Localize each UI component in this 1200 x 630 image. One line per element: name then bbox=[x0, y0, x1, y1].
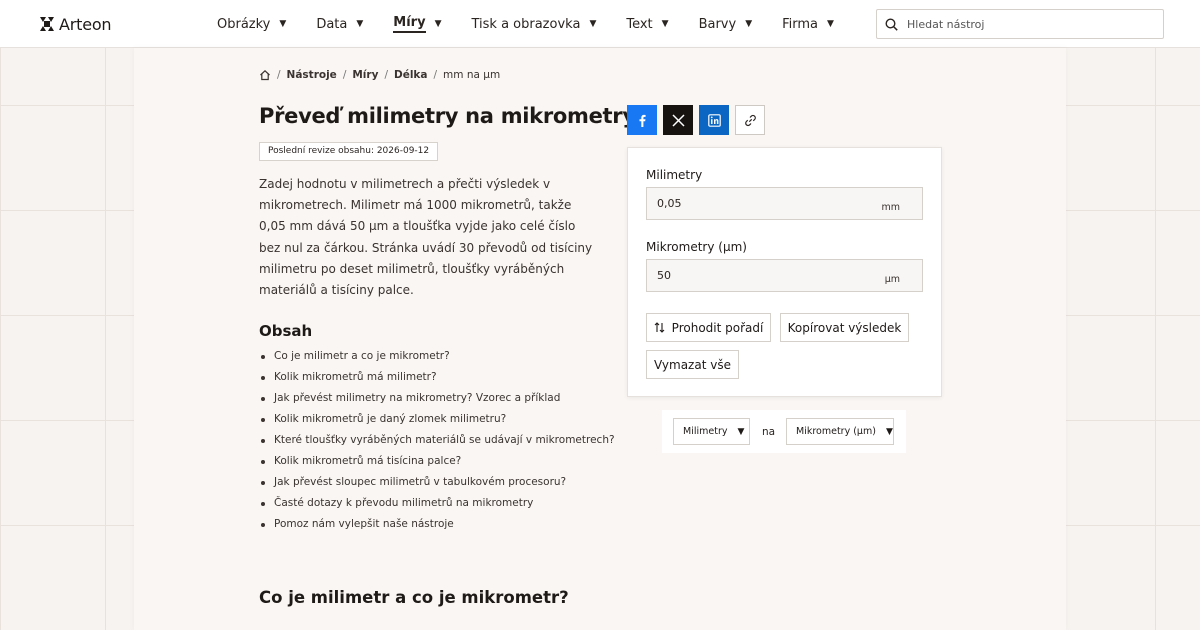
clear-all-label: Vymazat vše bbox=[654, 357, 731, 372]
micrometers-field[interactable]: µm bbox=[646, 259, 923, 292]
breadcrumb-separator: / bbox=[384, 69, 388, 81]
unit-joiner: na bbox=[762, 426, 776, 438]
revision-badge: Poslední revize obsahu: 2026-09-12 bbox=[259, 142, 439, 161]
breadcrumb: / Nástroje / Míry / Délka / mm na µm bbox=[259, 69, 500, 81]
nav-item-data[interactable]: Data ▼ bbox=[316, 0, 363, 48]
toc-item[interactable]: Kolik mikrometrů má milimetr? bbox=[259, 367, 615, 388]
toc-item[interactable]: Jak převést sloupec milimetrů v tabulkov… bbox=[259, 472, 615, 493]
linkedin-icon bbox=[707, 113, 721, 127]
toc-item[interactable]: Pomoz nám vylepšit naše nástroje bbox=[259, 514, 615, 535]
x-icon bbox=[671, 113, 685, 127]
caret-down-icon: ▼ bbox=[279, 19, 287, 29]
unit-selector-bar: Milimetry ▼ na Mikrometry (µm) ▼ bbox=[662, 410, 906, 453]
nav-item-text[interactable]: Text ▼ bbox=[626, 0, 668, 48]
nav-label: Text bbox=[626, 16, 653, 32]
search-input[interactable] bbox=[907, 17, 1147, 31]
nav-label: Tisk a obrazovka bbox=[471, 16, 581, 32]
millimeters-label: Milimetry bbox=[646, 168, 703, 182]
facebook-icon bbox=[639, 114, 646, 127]
page-title: Převeď milimetry na mikrometry bbox=[259, 104, 636, 128]
toc-item[interactable]: Kolik mikrometrů je daný zlomek milimetr… bbox=[259, 409, 615, 430]
intro-paragraph: Zadej hodnotu v milimetrech a přečti výs… bbox=[259, 177, 593, 298]
toc-item[interactable]: Kolik mikrometrů má tisícina palce? bbox=[259, 451, 615, 472]
swap-order-label: Prohodit pořadí bbox=[671, 320, 764, 335]
toc-item[interactable]: Co je milimetr a co je mikrometr? bbox=[259, 346, 615, 367]
caret-down-icon: ▼ bbox=[356, 19, 364, 29]
from-unit-value: Milimetry bbox=[683, 426, 728, 437]
nav-label: Obrázky bbox=[217, 16, 271, 32]
copy-result-label: Kopírovat výsledek bbox=[787, 320, 902, 335]
toc-title: Obsah bbox=[259, 322, 313, 340]
nav-label: Firma bbox=[782, 16, 819, 32]
converter-card: Milimetry mm Mikrometry (µm) µm Prohodit… bbox=[627, 147, 942, 397]
copy-result-button[interactable]: Kopírovat výsledek bbox=[780, 313, 909, 342]
toc-item[interactable]: Časté dotazy k převodu milimetrů na mikr… bbox=[259, 493, 615, 514]
nav-label: Míry bbox=[393, 15, 426, 33]
breadcrumb-item-delka[interactable]: Délka bbox=[394, 69, 428, 81]
breadcrumb-separator: / bbox=[277, 69, 281, 81]
caret-down-icon: ▼ bbox=[745, 19, 753, 29]
micrometers-unit: µm bbox=[884, 274, 900, 285]
caret-down-icon: ▼ bbox=[885, 426, 893, 437]
top-navigation-bar: Arteon Obrázky ▼ Data ▼ Míry ▼ Tisk a ob… bbox=[0, 0, 1200, 48]
share-buttons bbox=[627, 105, 765, 135]
swap-arrows-icon bbox=[654, 322, 665, 333]
breadcrumb-separator: / bbox=[342, 69, 347, 81]
nav-item-obrazky[interactable]: Obrázky ▼ bbox=[217, 0, 286, 48]
swap-order-button[interactable]: Prohodit pořadí bbox=[646, 313, 771, 342]
nav-item-miry[interactable]: Míry ▼ bbox=[393, 0, 441, 48]
caret-down-icon: ▼ bbox=[434, 19, 442, 29]
from-unit-select[interactable]: Milimetry ▼ bbox=[673, 418, 750, 445]
nav-item-tisk-a-obrazovka[interactable]: Tisk a obrazovka ▼ bbox=[471, 0, 596, 48]
millimeters-unit: mm bbox=[881, 202, 900, 213]
home-icon[interactable] bbox=[259, 69, 271, 81]
search-icon bbox=[885, 17, 898, 31]
nav-item-barvy[interactable]: Barvy ▼ bbox=[699, 0, 753, 48]
caret-down-icon: ▼ bbox=[737, 426, 745, 437]
brand-name: Arteon bbox=[59, 14, 112, 34]
caret-down-icon: ▼ bbox=[589, 19, 597, 29]
to-unit-value: Mikrometry (µm) bbox=[796, 426, 876, 437]
breadcrumb-current: mm na µm bbox=[443, 69, 501, 81]
nav-item-firma[interactable]: Firma ▼ bbox=[782, 0, 834, 48]
share-linkedin-button[interactable] bbox=[699, 105, 729, 135]
caret-down-icon: ▼ bbox=[827, 19, 834, 29]
caret-down-icon: ▼ bbox=[661, 19, 669, 29]
share-x-button[interactable] bbox=[663, 105, 693, 135]
section-heading: Co je milimetr a co je mikrometr? bbox=[259, 588, 569, 607]
micrometers-label: Mikrometry (µm) bbox=[646, 240, 747, 254]
toc-item[interactable]: Jak převést milimetry na mikrometry? Vzo… bbox=[259, 388, 615, 409]
copy-link-button[interactable] bbox=[735, 105, 765, 135]
to-unit-select[interactable]: Mikrometry (µm) ▼ bbox=[786, 418, 894, 445]
share-facebook-button[interactable] bbox=[627, 105, 657, 135]
nav-label: Data bbox=[316, 16, 348, 32]
nav-label: Barvy bbox=[698, 16, 737, 32]
arteon-logo-icon bbox=[40, 17, 54, 31]
breadcrumb-item-nastroje[interactable]: Nástroje bbox=[287, 69, 337, 81]
toc-item[interactable]: Které tloušťky vyráběných materiálů se u… bbox=[259, 430, 615, 451]
link-icon bbox=[744, 114, 756, 126]
micrometers-input[interactable] bbox=[657, 269, 857, 282]
breadcrumb-item-miry[interactable]: Míry bbox=[352, 69, 378, 81]
table-of-contents: Co je milimetr a co je mikrometr? Kolik … bbox=[259, 346, 615, 535]
brand-logo[interactable]: Arteon bbox=[39, 14, 112, 34]
clear-all-button[interactable]: Vymazat vše bbox=[646, 350, 739, 379]
main-nav: Obrázky ▼ Data ▼ Míry ▼ Tisk a obrazovka… bbox=[217, 0, 864, 48]
breadcrumb-separator: / bbox=[433, 69, 438, 81]
search-box[interactable] bbox=[876, 9, 1164, 39]
millimeters-input[interactable] bbox=[657, 197, 857, 210]
millimeters-field[interactable]: mm bbox=[646, 187, 923, 220]
